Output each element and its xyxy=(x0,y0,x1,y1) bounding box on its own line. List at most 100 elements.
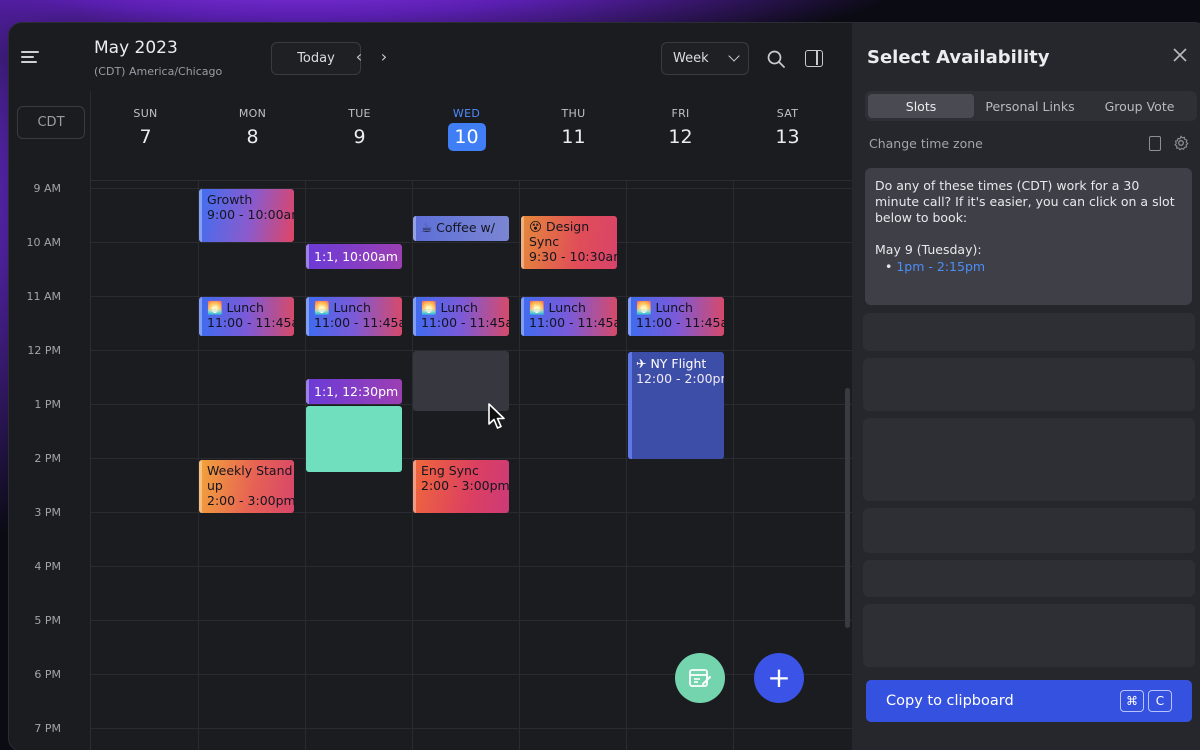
event-title: ✈ NY Flight xyxy=(636,356,707,371)
schedule-button[interactable] xyxy=(675,653,725,703)
search-icon[interactable] xyxy=(767,50,785,68)
event-one-on-one-1230pm[interactable]: 1:1, 12:30pm xyxy=(306,379,402,404)
event-title: ☕ Coffee w/ xyxy=(421,220,495,235)
event-lunch-thu[interactable]: 🌅 Lunch 11:00 - 11:45am xyxy=(521,297,617,336)
day-number-today: 10 xyxy=(447,123,486,151)
chevron-left-icon[interactable]: ‹ xyxy=(351,49,367,65)
event-time: 11:00 - 11:45am xyxy=(207,315,294,330)
slot-link[interactable]: 1pm - 2:15pm xyxy=(896,259,985,274)
day-name: MON xyxy=(238,107,267,120)
chevron-down-icon xyxy=(728,50,740,62)
grid-hour-line xyxy=(91,458,852,459)
calendar-scrollbar[interactable] xyxy=(845,388,850,628)
copy-button-label: Copy to clipboard xyxy=(886,693,1014,709)
slot-bullet: • xyxy=(885,259,893,274)
event-time: 9:00 - 10:00am xyxy=(207,207,294,222)
day-header-fri[interactable]: FRI 12 xyxy=(627,91,734,181)
tab-group-vote[interactable]: Group Vote xyxy=(1085,94,1194,118)
hour-label: 12 PM xyxy=(27,344,61,357)
hour-label: 6 PM xyxy=(34,668,61,681)
event-time: 12:00 - 2:00pm xyxy=(636,371,724,386)
event-lunch-tue[interactable]: 🌅 Lunch 11:00 - 11:45am xyxy=(306,297,402,336)
event-time: 11:00 - 11:45am xyxy=(421,315,509,330)
event-coffee[interactable]: ☕ Coffee w/ xyxy=(413,216,509,241)
grid-hour-line xyxy=(91,728,852,729)
hour-label: 3 PM xyxy=(34,506,61,519)
today-button[interactable]: Today xyxy=(271,42,361,75)
header-divider xyxy=(91,180,852,181)
event-title: 🌅 Lunch xyxy=(636,300,693,315)
hour-label: 1 PM xyxy=(34,398,61,411)
grid-hour-line xyxy=(91,674,852,675)
event-eng-sync[interactable]: Eng Sync 2:00 - 3:00pm xyxy=(413,460,509,513)
event-lunch-fri[interactable]: 🌅 Lunch 11:00 - 11:45am xyxy=(628,297,724,336)
event-lunch-mon[interactable]: 🌅 Lunch 11:00 - 11:45am xyxy=(199,297,294,336)
event-one-on-one-10am[interactable]: 1:1, 10:00am xyxy=(306,244,402,269)
hour-label: 11 AM xyxy=(26,290,61,303)
tab-personal-links[interactable]: Personal Links xyxy=(977,94,1083,118)
event-title: 🌅 Lunch xyxy=(529,300,586,315)
hour-label: 5 PM xyxy=(34,614,61,627)
day-header-sun[interactable]: SUN 7 xyxy=(92,91,199,181)
hour-label: 2 PM xyxy=(34,452,61,465)
selected-availability-slot[interactable] xyxy=(306,406,402,472)
close-icon[interactable] xyxy=(1172,47,1188,63)
day-name: TUE xyxy=(348,107,371,120)
day-number: 13 xyxy=(775,126,800,148)
view-select[interactable]: Week xyxy=(661,42,749,75)
hour-label: 9 AM xyxy=(33,182,61,195)
gear-icon[interactable] xyxy=(1173,135,1189,151)
tab-slots[interactable]: Slots xyxy=(868,94,974,118)
add-event-button[interactable]: + xyxy=(754,653,804,703)
day-header-sat[interactable]: SAT 13 xyxy=(734,91,841,181)
hour-label: 4 PM xyxy=(34,560,61,573)
event-growth[interactable]: Growth 9:00 - 10:00am xyxy=(199,189,294,242)
add-document-icon[interactable] xyxy=(1149,136,1161,151)
placeholder-row xyxy=(863,358,1195,411)
placeholder-row xyxy=(863,418,1195,501)
calendar-toolbar: May 2023 (CDT) America/Chicago Today ‹ ›… xyxy=(9,23,852,91)
event-title-line2: Sync xyxy=(529,234,560,249)
event-title: 🌅 Lunch xyxy=(314,300,371,315)
mouse-cursor-icon xyxy=(488,403,505,429)
message-slot: • 1pm - 2:15pm xyxy=(875,259,1182,275)
placeholder-row xyxy=(863,604,1195,667)
day-header-tue[interactable]: TUE 9 xyxy=(306,91,413,181)
chevron-right-icon[interactable]: › xyxy=(376,49,392,65)
hour-label: 10 AM xyxy=(26,236,61,249)
sidebar-toggle-icon[interactable] xyxy=(805,50,823,67)
new-event-placeholder[interactable] xyxy=(413,351,509,411)
day-name: WED xyxy=(452,107,481,120)
event-ny-flight[interactable]: ✈ NY Flight 12:00 - 2:00pm xyxy=(628,352,724,459)
event-lunch-wed[interactable]: 🌅 Lunch 11:00 - 11:45am xyxy=(413,297,509,336)
day-header-wed[interactable]: WED 10 xyxy=(413,91,520,181)
event-weekly-standup[interactable]: Weekly Stand up 2:00 - 3:00pm xyxy=(199,460,294,513)
placeholder-row xyxy=(863,508,1195,553)
availability-panel: Select Availability Slots Personal Links… xyxy=(852,23,1200,750)
day-name: SAT xyxy=(776,107,799,120)
timezone-chip[interactable]: CDT xyxy=(17,106,85,139)
plus-icon: + xyxy=(767,661,791,694)
copy-to-clipboard-button[interactable]: Copy to clipboard ⌘ C xyxy=(866,680,1192,722)
menu-icon[interactable] xyxy=(21,51,39,65)
day-header-mon[interactable]: MON 8 xyxy=(199,91,306,181)
panel-title: Select Availability xyxy=(867,47,1050,68)
event-title-line2: up xyxy=(207,478,223,493)
grid-column-line xyxy=(519,181,520,750)
shortcut-key: C xyxy=(1148,690,1172,712)
change-timezone-link[interactable]: Change time zone xyxy=(869,136,983,151)
event-title: 😵 Design xyxy=(529,219,590,234)
availability-message[interactable]: Do any of these times (CDT) work for a 3… xyxy=(865,168,1192,305)
day-number: 9 xyxy=(353,126,366,148)
event-time: 2:00 - 3:00pm xyxy=(207,493,294,508)
day-number: 11 xyxy=(561,126,586,148)
command-key-icon: ⌘ xyxy=(1120,690,1144,712)
calendar-pane: May 2023 (CDT) America/Chicago Today ‹ ›… xyxy=(9,23,852,750)
grid-column-line xyxy=(626,181,627,750)
event-time: 11:00 - 11:45am xyxy=(529,315,617,330)
event-time: 2:00 - 3:00pm xyxy=(421,478,509,493)
day-header-thu[interactable]: THU 11 xyxy=(520,91,627,181)
event-title: 1:1, 12:30pm xyxy=(314,384,399,399)
event-design-sync[interactable]: 😵 Design Sync 9:30 - 10:30am xyxy=(521,216,617,269)
day-number: 7 xyxy=(139,126,152,148)
